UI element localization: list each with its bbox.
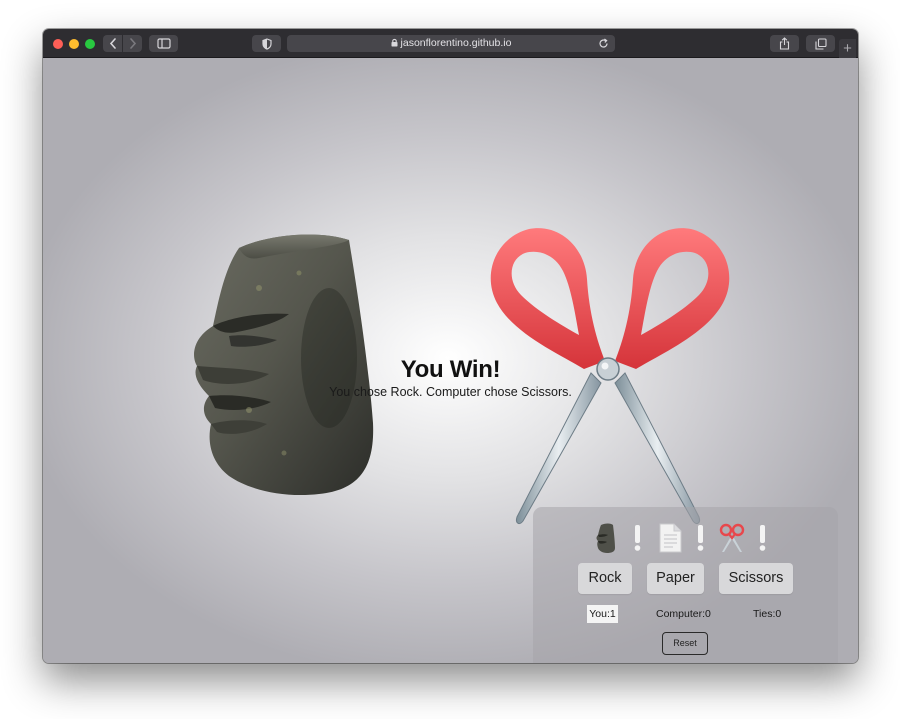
exclamation-icon: [634, 525, 641, 551]
privacy-report-button[interactable]: [252, 35, 281, 52]
url-text: jasonflorentino.github.io: [400, 37, 512, 49]
sidebar-toggle-button[interactable]: [149, 35, 178, 52]
browser-toolbar: jasonflorentino.github.io +: [43, 29, 858, 58]
result-message: You chose Rock. Computer chose Scissors.: [329, 385, 572, 399]
zoom-window-button[interactable]: [85, 39, 95, 49]
reload-icon[interactable]: [598, 38, 609, 49]
game-page: You Win! You chose Rock. Computer chose …: [43, 58, 858, 663]
scissors-button[interactable]: Scissors: [719, 563, 793, 594]
choice-icon-row: [533, 523, 838, 555]
rock-button[interactable]: Rock: [578, 563, 632, 594]
new-tab-button[interactable]: +: [839, 39, 856, 58]
scissors-icon: [719, 523, 745, 552]
close-window-button[interactable]: [53, 39, 63, 49]
reset-button[interactable]: Reset: [662, 632, 708, 655]
tab-overview-button[interactable]: [806, 35, 835, 52]
browser-window: jasonflorentino.github.io + You Win! You…: [43, 29, 858, 663]
exclamation-icon: [759, 525, 766, 551]
computer-score: Computer:0: [656, 608, 711, 620]
result-title: You Win!: [400, 356, 501, 383]
forward-button[interactable]: [123, 35, 142, 52]
page-icon: [659, 523, 682, 553]
back-button[interactable]: [103, 35, 122, 52]
control-panel: Rock Paper Scissors You:1 Computer:0 Tie…: [533, 507, 838, 663]
player-score: You:1: [587, 605, 618, 623]
chevron-left-icon: [109, 38, 116, 49]
ties-score: Ties:0: [753, 608, 782, 620]
minimize-window-button[interactable]: [69, 39, 79, 49]
moai-icon: [596, 523, 615, 553]
shield-icon: [261, 37, 272, 50]
paper-button[interactable]: Paper: [647, 563, 704, 594]
share-icon: [779, 37, 790, 50]
share-button[interactable]: [770, 35, 799, 52]
exclamation-icon: [697, 525, 704, 551]
tabs-icon: [814, 37, 827, 50]
lock-icon: [391, 38, 398, 47]
sidebar-icon: [156, 38, 171, 49]
address-bar[interactable]: jasonflorentino.github.io: [287, 35, 615, 52]
chevron-right-icon: [129, 38, 136, 49]
